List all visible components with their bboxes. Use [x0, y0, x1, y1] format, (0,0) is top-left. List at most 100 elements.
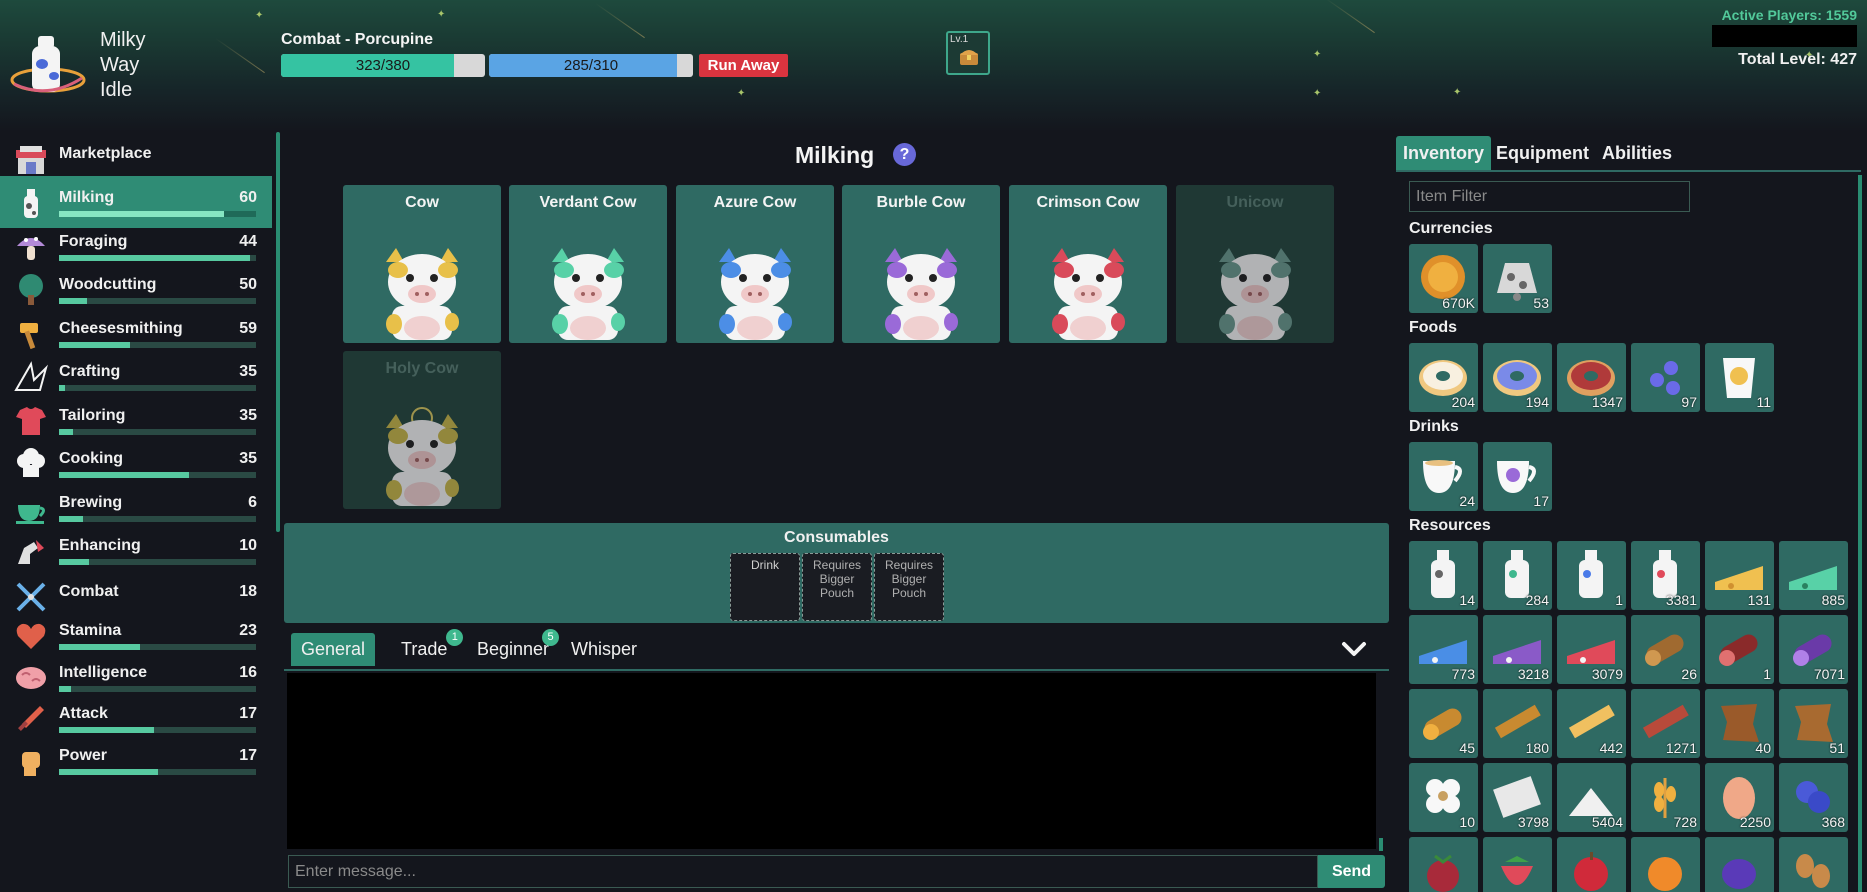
inventory-item[interactable]	[1557, 837, 1626, 892]
tab-abilities[interactable]: Abilities	[1595, 136, 1679, 170]
inventory-item[interactable]: 670K	[1409, 244, 1478, 313]
sidebar-item-label: Crafting	[59, 363, 121, 380]
inventory-item[interactable]	[1409, 837, 1478, 892]
inventory-item[interactable]: 194	[1483, 343, 1552, 412]
skill-progress-bar	[59, 769, 256, 775]
action-tile-holy-cow[interactable]: Holy Cow	[343, 351, 501, 509]
chat-tab-beginner[interactable]: Beginner 5	[467, 629, 560, 666]
loot-chest-button[interactable]: Lv.1	[946, 31, 990, 75]
hp-bar: 323/380	[281, 54, 485, 77]
skill-level: 23	[239, 622, 257, 639]
skill-progress-fill	[59, 255, 251, 261]
chat-messages[interactable]	[287, 673, 1376, 849]
inventory-item[interactable]: 10	[1409, 763, 1478, 832]
inventory-item[interactable]: 5404	[1557, 763, 1626, 832]
inventory-item[interactable]: 1	[1705, 615, 1774, 684]
hammer-icon	[20, 323, 38, 350]
help-icon[interactable]: ?	[893, 143, 916, 166]
chat-message-input[interactable]	[288, 855, 1318, 888]
inventory-item[interactable]: 1271	[1631, 689, 1700, 758]
inventory-item[interactable]: 3798	[1483, 763, 1552, 832]
skill-level: 17	[239, 705, 257, 722]
tab-equipment[interactable]: Equipment	[1489, 136, 1596, 170]
item-count: 670K	[1442, 295, 1475, 311]
run-away-button[interactable]: Run Away	[699, 54, 788, 77]
mp-bar: 285/310	[489, 54, 693, 77]
inventory-item[interactable]	[1779, 837, 1848, 892]
sidebar-item-label: Cooking	[59, 450, 123, 467]
inventory-item[interactable]: 204	[1409, 343, 1478, 412]
inventory-item[interactable]	[1483, 837, 1552, 892]
inventory-item[interactable]: 7071	[1779, 615, 1848, 684]
drink-slot[interactable]: Drink	[730, 553, 800, 621]
chevron-down-icon[interactable]	[1339, 634, 1369, 664]
sidebar-item-label: Cheesesmithing	[59, 320, 183, 337]
inventory-item[interactable]: 97	[1631, 343, 1700, 412]
inventory-item[interactable]: 1	[1557, 541, 1626, 610]
inventory-item[interactable]: 368	[1779, 763, 1848, 832]
skill-progress-bar	[59, 255, 256, 261]
action-tile-unicow[interactable]: Unicow	[1176, 185, 1334, 343]
inventory-item[interactable]: 26	[1631, 615, 1700, 684]
locked-slot[interactable]: Requires Bigger Pouch	[874, 553, 944, 621]
inventory-item[interactable]: 45	[1409, 689, 1478, 758]
chat-tab-whisper[interactable]: Whisper	[561, 633, 647, 666]
inventory-item[interactable]	[1705, 837, 1774, 892]
item-filter-input[interactable]	[1409, 181, 1690, 212]
item-count: 442	[1599, 740, 1623, 756]
skill-level: 50	[239, 276, 257, 293]
inventory-item[interactable]: 728	[1631, 763, 1700, 832]
sidebar-item-enhancing[interactable]: Enhancing 10	[0, 524, 272, 576]
sidebar-item-label: Woodcutting	[59, 276, 157, 293]
inventory-item[interactable]: 24	[1409, 442, 1478, 511]
inventory-item[interactable]: 885	[1779, 541, 1848, 610]
inventory-item[interactable]: 3079	[1557, 615, 1626, 684]
skill-level: 6	[248, 494, 257, 511]
inventory-item[interactable]	[1631, 837, 1700, 892]
inventory-scrollbar[interactable]	[1858, 175, 1862, 892]
inventory-item[interactable]: 131	[1705, 541, 1774, 610]
treasure-chest-icon	[960, 50, 978, 65]
inventory-item[interactable]: 180	[1483, 689, 1552, 758]
skill-level: 35	[239, 450, 257, 467]
sidebar-item-label: Foraging	[59, 233, 128, 250]
tab-inventory[interactable]: Inventory	[1396, 136, 1492, 170]
inventory-item[interactable]: 3381	[1631, 541, 1700, 610]
inventory-item[interactable]: 40	[1705, 689, 1774, 758]
unread-badge: 1	[446, 629, 464, 646]
star-decoration: ✦	[1313, 49, 1322, 60]
action-tile-crimson-cow[interactable]: Crimson Cow	[1009, 185, 1167, 343]
inventory-item[interactable]: 284	[1483, 541, 1552, 610]
shooting-star	[215, 37, 265, 74]
inventory-item[interactable]: 442	[1557, 689, 1626, 758]
inventory-item[interactable]: 1347	[1557, 343, 1626, 412]
action-tile-verdant-cow[interactable]: Verdant Cow	[509, 185, 667, 343]
inventory-item[interactable]: 773	[1409, 615, 1478, 684]
chat-tab-trade[interactable]: Trade 1	[391, 629, 464, 666]
page-title: Milking	[795, 142, 875, 168]
inventory-item[interactable]: 2250	[1705, 763, 1774, 832]
action-tile-burble-cow[interactable]: Burble Cow	[842, 185, 1000, 343]
sidebar-item-label: Milking	[59, 189, 115, 206]
inventory-item[interactable]: 53	[1483, 244, 1552, 313]
chat-scrollbar[interactable]	[1379, 838, 1383, 851]
combat-status-title[interactable]: Combat - Porcupine	[281, 31, 433, 49]
action-tile-cow[interactable]: Cow	[343, 185, 501, 343]
inventory-item[interactable]: 14	[1409, 541, 1478, 610]
chat-tab-general[interactable]: General	[291, 633, 376, 666]
skill-progress-fill	[59, 342, 130, 348]
inventory-tabs: Inventory Equipment Abilities	[1396, 136, 1861, 170]
action-tile-azure-cow[interactable]: Azure Cow	[676, 185, 834, 343]
item-count: 5404	[1591, 814, 1623, 830]
sidebar-scrollbar[interactable]	[276, 132, 280, 532]
locked-slot[interactable]: Requires Bigger Pouch	[802, 553, 872, 621]
sidebar-item-label: Stamina	[59, 622, 122, 639]
send-button[interactable]: Send	[1318, 855, 1385, 888]
inventory-item[interactable]: 11	[1705, 343, 1774, 412]
inventory-item[interactable]: 51	[1779, 689, 1848, 758]
sidebar-item-power[interactable]: Power 17	[0, 734, 272, 786]
inventory-item[interactable]: 3218	[1483, 615, 1552, 684]
chat-tab-label: General	[301, 639, 366, 659]
inventory-item[interactable]: 17	[1483, 442, 1552, 511]
item-count: 24	[1459, 493, 1475, 509]
